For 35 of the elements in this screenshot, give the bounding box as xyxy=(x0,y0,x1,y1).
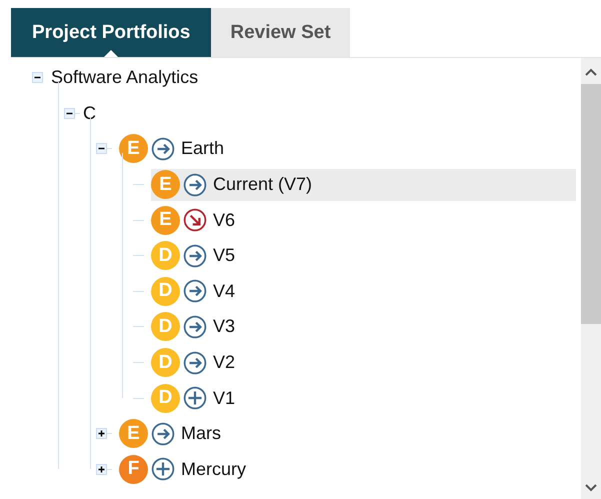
grade-badge: D xyxy=(151,312,180,342)
tree-item[interactable]: E V6 xyxy=(151,204,242,236)
collapse-icon[interactable] xyxy=(32,72,42,84)
grade-badge: E xyxy=(119,419,148,448)
scrollbar[interactable] xyxy=(581,58,601,499)
tab[interactable]: Project Portfolios xyxy=(11,8,212,57)
tree-item[interactable]: D V2 xyxy=(151,346,242,379)
tab[interactable]: Review Set xyxy=(211,8,350,57)
tree-item[interactable]: D V4 xyxy=(151,275,242,308)
grade-badge: E xyxy=(151,206,180,235)
grade-badge: E xyxy=(119,134,148,164)
tree-item[interactable]: F Mercury xyxy=(119,453,252,486)
grade-badge: D xyxy=(151,276,180,306)
tree-item[interactable]: E Earth xyxy=(119,132,230,165)
collapse-icon[interactable] xyxy=(96,143,106,154)
grade-badge: D xyxy=(151,348,180,378)
tree-item[interactable]: E Mars xyxy=(119,418,227,450)
plus-circle-icon xyxy=(183,386,207,410)
tree-item[interactable]: D V1 xyxy=(151,382,242,414)
expand-icon[interactable] xyxy=(96,428,106,440)
grade-badge: D xyxy=(151,384,180,413)
scroll-down-icon[interactable] xyxy=(585,484,597,492)
scroll-up-icon[interactable] xyxy=(585,68,597,76)
tree-item[interactable]: D V3 xyxy=(151,310,242,343)
tree-item[interactable]: D V5 xyxy=(151,240,242,272)
tree-item[interactable]: Software Analytics xyxy=(48,62,204,94)
grade-badge: F xyxy=(119,454,148,484)
tree-item[interactable]: C xyxy=(80,97,102,130)
expand-icon[interactable] xyxy=(96,464,106,475)
scroll-thumb[interactable] xyxy=(581,84,601,324)
grade-badge: E xyxy=(151,170,180,200)
collapse-icon[interactable] xyxy=(64,108,74,119)
tree-item[interactable]: E Current (V7) xyxy=(151,168,576,201)
grade-badge: D xyxy=(151,241,180,270)
plus-circle-icon xyxy=(151,457,175,482)
